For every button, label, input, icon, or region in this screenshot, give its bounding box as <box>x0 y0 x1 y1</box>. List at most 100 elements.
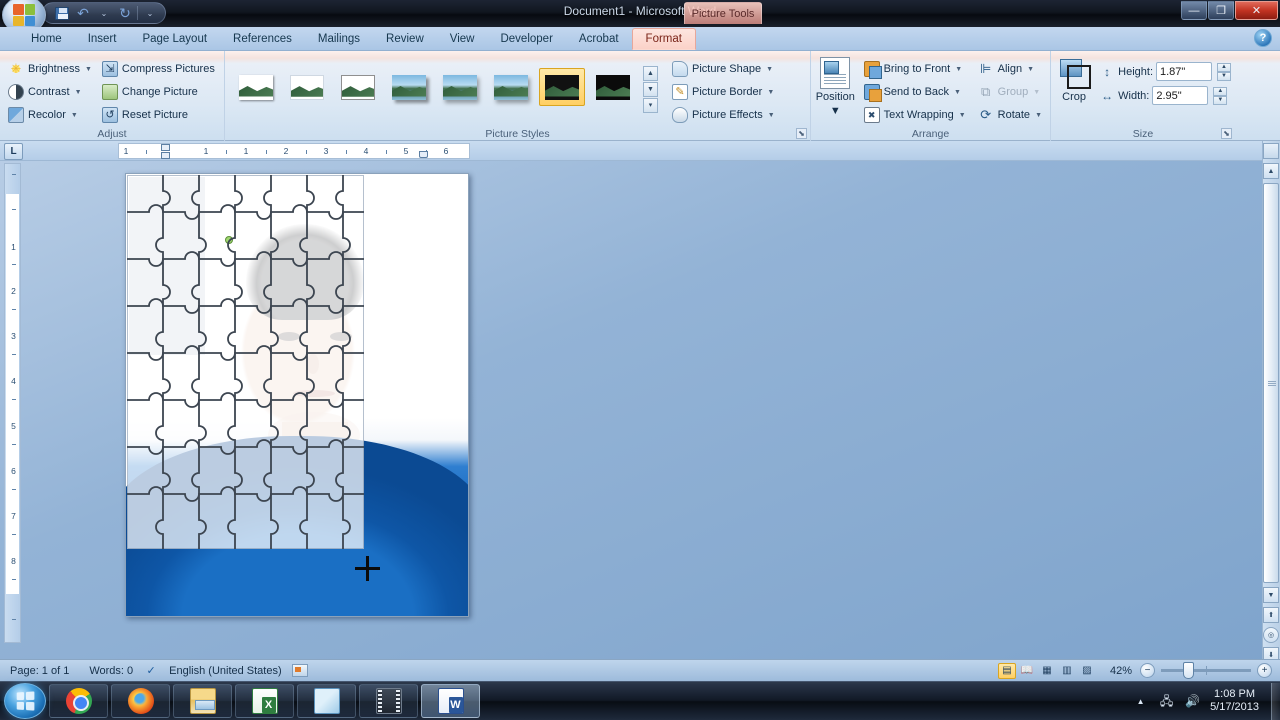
start-button[interactable] <box>4 683 46 719</box>
scrollbar-thumb[interactable] <box>1263 183 1279 583</box>
vertical-scrollbar[interactable]: ▲ ▼ ⬆ ◎ ⬇ <box>1262 141 1280 659</box>
restore-button[interactable]: ❐ <box>1208 1 1234 20</box>
show-desktop-button[interactable] <box>1271 683 1280 720</box>
vertical-ruler[interactable]: 1 2 3 4 5 6 7 8 <box>4 163 21 643</box>
zoom-in-button[interactable]: + <box>1257 663 1272 678</box>
network-icon[interactable] <box>1158 694 1175 709</box>
zoom-track[interactable] <box>1161 669 1251 672</box>
help-button[interactable]: ? <box>1254 29 1272 47</box>
picture-effects-button[interactable]: Picture Effects ▼ <box>668 104 779 126</box>
document-page[interactable] <box>125 173 469 617</box>
view-print-layout-button[interactable]: ▤ <box>998 663 1016 679</box>
width-decrease-button[interactable]: ▼ <box>1213 96 1227 105</box>
recolor-button[interactable]: Recolor ▼ <box>4 104 96 126</box>
compress-pictures-button[interactable]: Compress Pictures <box>98 58 219 80</box>
crop-button[interactable]: Crop <box>1055 54 1093 118</box>
ruler-scale[interactable]: 1 1 1 2 3 4 5 6 <box>118 143 470 159</box>
height-input[interactable]: 1.87" <box>1156 62 1212 81</box>
height-decrease-button[interactable]: ▼ <box>1217 72 1231 81</box>
previous-page-button[interactable]: ⬆ <box>1263 607 1279 623</box>
height-icon <box>1099 64 1115 80</box>
view-full-screen-reading-button[interactable]: 📖 <box>1018 663 1036 679</box>
close-button[interactable]: ✕ <box>1235 1 1278 20</box>
tab-page-layout[interactable]: Page Layout <box>129 28 220 50</box>
taskbar-item-windows-explorer[interactable] <box>173 684 232 718</box>
page-indicator[interactable]: Page: 1 of 1 <box>0 665 79 677</box>
volume-icon[interactable] <box>1184 694 1201 709</box>
selection-handle[interactable] <box>225 236 233 244</box>
tab-review[interactable]: Review <box>373 28 437 50</box>
contrast-button[interactable]: Contrast ▼ <box>4 81 96 103</box>
bring-to-front-button[interactable]: Bring to Front ▼ <box>860 58 970 80</box>
tab-home[interactable]: Home <box>18 28 75 50</box>
size-dialog-launcher[interactable]: ⬊ <box>1221 128 1232 139</box>
picture-styles-gallery[interactable]: ▲ ▼ ▾ <box>229 54 660 116</box>
align-button[interactable]: Align ▼ <box>974 58 1046 80</box>
show-hidden-icons-button[interactable] <box>1132 694 1149 709</box>
reset-picture-button[interactable]: Reset Picture <box>98 104 219 126</box>
gallery-scroll-down-button[interactable]: ▼ <box>643 82 658 97</box>
zoom-level-label[interactable]: 42% <box>1102 665 1140 677</box>
minimize-button[interactable]: — <box>1181 1 1207 20</box>
picture-style-simple-frame-white[interactable] <box>233 68 279 106</box>
scroll-up-button[interactable]: ▲ <box>1263 163 1279 179</box>
picture-style-drop-shadow-rectangle[interactable] <box>386 68 432 106</box>
word-count[interactable]: Words: 0 <box>79 665 143 677</box>
zoom-out-button[interactable]: − <box>1140 663 1155 678</box>
tab-view[interactable]: View <box>437 28 488 50</box>
width-stepper[interactable]: ▲▼ <box>1213 87 1227 105</box>
picture-styles-dialog-launcher[interactable]: ⬊ <box>796 128 807 139</box>
tab-selector-button[interactable]: L <box>4 143 23 160</box>
taskbar-item-google-chrome[interactable] <box>49 684 108 718</box>
tab-developer[interactable]: Developer <box>487 28 565 50</box>
height-increase-button[interactable]: ▲ <box>1217 63 1231 72</box>
tab-acrobat[interactable]: Acrobat <box>566 28 632 50</box>
view-outline-button[interactable]: ▥ <box>1058 663 1076 679</box>
taskbar-item-microsoft-word[interactable] <box>421 684 480 718</box>
tab-format[interactable]: Format <box>632 28 696 50</box>
position-button[interactable]: Position ▼ <box>815 54 856 118</box>
picture-style-beveled-matte-white[interactable] <box>284 68 330 106</box>
picture-style-simple-frame-black[interactable] <box>539 68 585 106</box>
right-indent-marker[interactable] <box>419 151 428 158</box>
zoom-thumb[interactable] <box>1183 662 1194 679</box>
first-line-indent-marker[interactable] <box>161 144 170 151</box>
proofing-errors-icon[interactable] <box>143 664 159 678</box>
language-indicator[interactable]: English (United States) <box>159 665 292 677</box>
text-wrapping-button[interactable]: Text Wrapping ▼ <box>860 104 970 126</box>
tab-mailings[interactable]: Mailings <box>305 28 373 50</box>
zoom-slider[interactable]: − + <box>1140 663 1280 678</box>
width-increase-button[interactable]: ▲ <box>1213 87 1227 96</box>
select-browse-object-button[interactable]: ◎ <box>1263 627 1279 643</box>
picture-style-reflected-rounded-rectangle[interactable] <box>437 68 483 106</box>
gallery-more-button[interactable]: ▾ <box>643 98 658 113</box>
taskbar-item-mozilla-firefox[interactable] <box>111 684 170 718</box>
picture-shape-button[interactable]: Picture Shape ▼ <box>668 58 779 80</box>
hanging-indent-marker[interactable] <box>161 152 170 159</box>
brightness-button[interactable]: Brightness ▼ <box>4 58 96 80</box>
height-stepper[interactable]: ▲▼ <box>1217 63 1231 81</box>
picture-style-soft-edge-oval[interactable] <box>488 68 534 106</box>
taskbar-item-media-player[interactable] <box>359 684 418 718</box>
ruler-tick: 6 <box>444 146 449 156</box>
record-macro-icon[interactable] <box>292 664 308 677</box>
send-to-back-button[interactable]: Send to Back ▼ <box>860 81 970 103</box>
picture-style-beveled-matte-black[interactable] <box>590 68 636 106</box>
split-bar-handle[interactable] <box>1263 143 1279 159</box>
scroll-down-button[interactable]: ▼ <box>1263 587 1279 603</box>
taskbar-item-microsoft-onenote[interactable] <box>297 684 356 718</box>
rotate-button[interactable]: Rotate ▼ <box>974 104 1046 126</box>
change-picture-button[interactable]: Change Picture <box>98 81 219 103</box>
tab-references[interactable]: References <box>220 28 305 50</box>
view-draft-button[interactable]: ▨ <box>1078 663 1096 679</box>
puzzle-overlay-panel[interactable] <box>127 175 364 549</box>
taskbar-item-microsoft-excel[interactable] <box>235 684 294 718</box>
view-web-layout-button[interactable]: ▦ <box>1038 663 1056 679</box>
gallery-scroll-up-button[interactable]: ▲ <box>643 66 658 81</box>
width-input[interactable]: 2.95" <box>1152 86 1208 105</box>
tab-insert[interactable]: Insert <box>75 28 130 50</box>
clock[interactable]: 1:08 PM 5/17/2013 <box>1210 688 1263 714</box>
picture-border-button[interactable]: Picture Border ▼ <box>668 81 779 103</box>
picture-style-metal-frame[interactable] <box>335 68 381 106</box>
horizontal-ruler[interactable]: L 1 1 1 2 3 4 5 6 <box>0 141 1280 161</box>
